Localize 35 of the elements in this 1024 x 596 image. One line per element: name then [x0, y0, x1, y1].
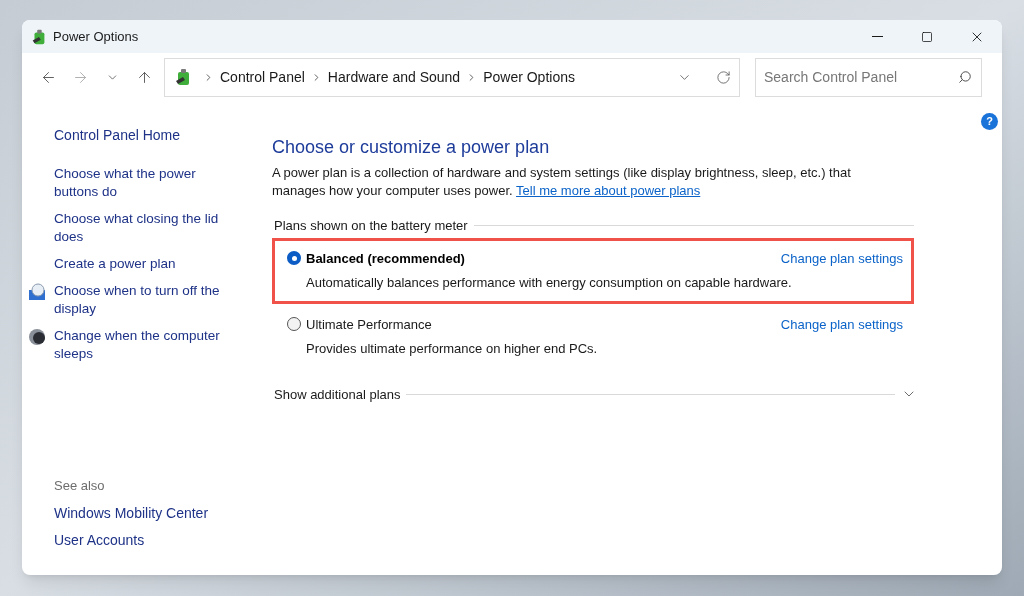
- maximize-icon: [921, 30, 933, 43]
- sidebar-link[interactable]: Control Panel Home: [54, 126, 272, 144]
- description-text: A power plan is a collection of hardware and system settings (like display brightness, sleep, etc.) that manages how your computer uses power. Tell me more about power plans: [272, 164, 852, 200]
- refresh-icon[interactable]: [716, 69, 731, 85]
- sidebar-link[interactable]: Choose when to turn off the display: [54, 282, 240, 318]
- moon-icon: [28, 328, 46, 346]
- sidebar-link[interactable]: Create a power plan: [54, 255, 240, 273]
- radio-button[interactable]: [287, 317, 301, 332]
- see-also-heading: See also: [54, 476, 106, 495]
- page-heading: Choose or customize a power plan: [272, 136, 551, 159]
- breadcrumb[interactable]: Power Options: [483, 66, 575, 88]
- address-bar[interactable]: Control Panel Hardware and Sound Power Options: [164, 57, 740, 97]
- breadcrumb[interactable]: Control Panel: [220, 66, 305, 88]
- search-icon: [958, 69, 972, 84]
- radio-button[interactable]: [287, 251, 301, 266]
- plan-description: Provides ultimate performance on higher end PCs.: [306, 340, 599, 358]
- sidebar-link[interactable]: Choose what the power buttons do: [54, 165, 240, 201]
- sidebar-link[interactable]: Choose what closing the lid does: [54, 210, 240, 246]
- change-plan-link[interactable]: Change plan settings: [780, 248, 903, 268]
- plan-name: Balanced (recommended): [306, 249, 465, 268]
- plan-name: Ultimate Performance: [306, 315, 432, 334]
- expand-section-label[interactable]: Show additional plans: [272, 384, 401, 404]
- monitor-clock-icon: [28, 283, 46, 301]
- sidebar-link[interactable]: Change when the computer sleeps: [54, 327, 240, 363]
- minimize-icon: [871, 36, 883, 37]
- help-button[interactable]: ?: [981, 113, 998, 130]
- search-field[interactable]: Search Control Panel: [755, 57, 982, 97]
- group-label: Plans shown on the battery meter: [273, 217, 468, 235]
- change-plan-link[interactable]: Change plan settings: [780, 314, 903, 334]
- sidebar-link[interactable]: Windows Mobility Center: [54, 504, 272, 522]
- sidebar-link[interactable]: User Accounts: [54, 531, 272, 549]
- window-title: Power Options: [53, 27, 139, 46]
- plan-description: Automatically balances performance with energy consumption on capable hardware.: [306, 274, 793, 292]
- help-link[interactable]: Tell me more about power plans: [516, 183, 701, 198]
- breadcrumb[interactable]: Hardware and Sound: [327, 66, 461, 88]
